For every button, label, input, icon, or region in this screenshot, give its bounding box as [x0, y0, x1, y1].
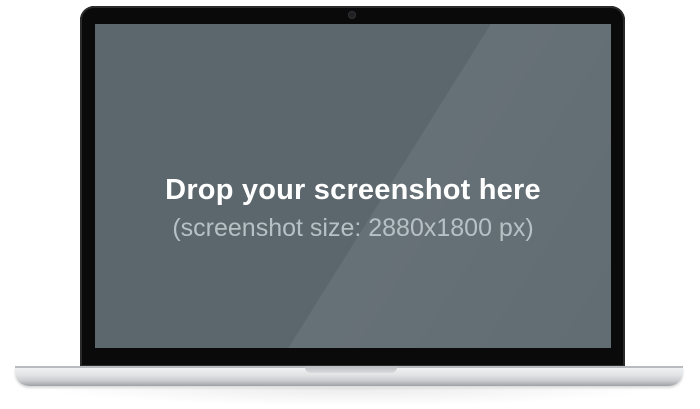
lid-opening-notch [305, 366, 397, 373]
laptop-mockup: Drop your screenshot here (screenshot si… [0, 0, 700, 409]
drop-headline: Drop your screenshot here [165, 174, 541, 206]
floor-shadow [40, 388, 660, 406]
screenshot-drop-zone[interactable]: Drop your screenshot here (screenshot si… [95, 24, 611, 348]
camera-icon [349, 12, 355, 18]
size-hint: (screenshot size: 2880x1800 px) [172, 214, 534, 242]
